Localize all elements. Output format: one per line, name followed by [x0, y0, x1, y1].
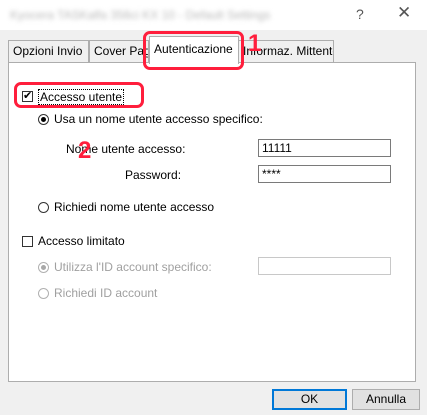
help-icon[interactable]: ?: [356, 6, 364, 22]
richiedi-id-label: Richiedi ID account: [54, 286, 158, 300]
richiedi-nome-radio[interactable]: [38, 202, 49, 213]
tab-opzioni-invio[interactable]: Opzioni Invio: [8, 40, 89, 62]
tab-panel: [8, 62, 416, 382]
step2-highlight: [14, 82, 144, 108]
accesso-limitato-label[interactable]: Accesso limitato: [38, 234, 125, 248]
cancel-button[interactable]: Annulla: [352, 389, 420, 410]
accesso-limitato-checkbox[interactable]: [22, 236, 33, 247]
nome-utente-input[interactable]: 11111: [258, 139, 391, 157]
account-id-input: [258, 257, 391, 275]
password-input[interactable]: ****: [258, 165, 391, 183]
usa-nome-utente-radio[interactable]: [38, 114, 49, 125]
richiedi-id-radio: [38, 288, 49, 299]
tab-autenticazione[interactable]: Autenticazione: [149, 36, 239, 64]
tab-cover-page[interactable]: Cover Pag: [89, 40, 149, 62]
password-label: Password:: [125, 168, 182, 182]
usa-nome-utente-label[interactable]: Usa un nome utente accesso specifico:: [54, 112, 263, 126]
window-title: Kyocera TASKalfa 356ci KX 10 - Default S…: [10, 8, 271, 22]
step1-badge: 1: [248, 30, 262, 57]
close-icon[interactable]: ✕: [397, 3, 411, 23]
utilizza-id-radio: [38, 262, 49, 273]
richiedi-nome-label[interactable]: Richiedi nome utente accesso: [54, 200, 214, 214]
step2-badge: 2: [78, 137, 92, 164]
ok-button[interactable]: OK: [272, 389, 347, 410]
utilizza-id-label: Utilizza l'ID account specifico:: [54, 260, 212, 274]
